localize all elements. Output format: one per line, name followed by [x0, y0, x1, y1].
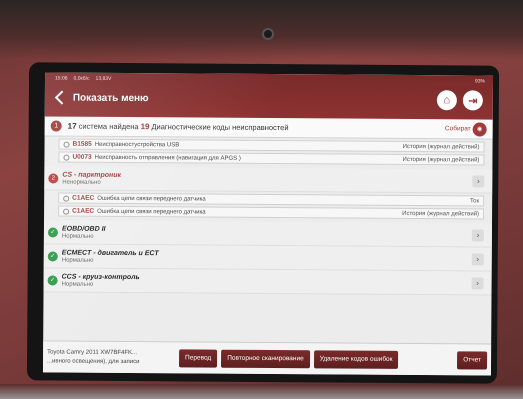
search-icon	[63, 154, 70, 161]
codes-text: Диагностические коды неисправностей	[151, 122, 289, 133]
dtc-code: U0073	[72, 153, 92, 161]
system-row-cruise[interactable]: ✓ CCS - круиз-контроль Нормально ›	[43, 268, 492, 296]
error-badge: 2	[48, 172, 59, 184]
dtc-description: Неисправность отправления (навигация для…	[94, 154, 241, 162]
system-row-engine[interactable]: ✓ ECMECT - двигатель и ECT Нормально ›	[43, 244, 492, 272]
systems-count: 17	[67, 121, 77, 131]
status-time: 15:06	[54, 75, 68, 82]
system-text: CCS - круиз-контроль Нормально	[62, 273, 140, 288]
vehicle-line-1: Toyota Camry 2011 XW7BF4FK...	[47, 348, 138, 356]
chevron-right-icon[interactable]: ›	[472, 174, 485, 188]
title-bar: 15:06 0,0кб/с 13,83V 93% Показать меню ⌂…	[44, 72, 494, 120]
system-text: ECMECT - двигатель и ECT Нормально	[62, 249, 159, 264]
clear-codes-button[interactable]: Удаление кодов ошибок	[313, 349, 399, 369]
dtc-row[interactable]: U0073 Неисправность отправления (навигац…	[58, 151, 485, 166]
vehicle-line-2: ...ивного освещения), для записи	[47, 357, 140, 365]
dtc-row[interactable]: B1585 Неисправностустройства USB История…	[58, 138, 485, 153]
bottom-toolbar: Toyota Camry 2011 XW7BF4FK... ...ивного …	[42, 340, 492, 376]
system-text: EOBD/OBD II Нормально	[62, 225, 106, 239]
system-name: CCS - круиз-контроль	[61, 273, 140, 281]
dtc-status: Ток	[469, 197, 480, 204]
system-state: Ненормально	[62, 179, 101, 186]
system-name: EOBD/OBD II	[61, 225, 106, 233]
dtc-code: B1585	[72, 140, 92, 148]
dtc-status: История (журнал действий)	[402, 210, 480, 217]
system-state: Нормально	[61, 257, 94, 264]
collect-label[interactable]: Собират	[445, 125, 471, 132]
header-actions: ⌂ ⇥	[436, 90, 483, 111]
search-icon	[63, 141, 70, 148]
status-battery: 93%	[474, 78, 486, 85]
check-icon: ✓	[47, 226, 58, 238]
translate-button[interactable]: Перевод	[179, 348, 218, 368]
systems-text: система найдена	[78, 121, 139, 132]
back-arrow-icon[interactable]	[54, 90, 69, 105]
report-button[interactable]: Отчет	[457, 350, 488, 370]
dtc-description: Ошибка цепи связи переднего датчика	[97, 208, 206, 216]
camera-lens	[262, 28, 274, 40]
check-icon: ✓	[47, 250, 58, 262]
collect-icon[interactable]: ◉	[472, 121, 487, 137]
rescan-button[interactable]: Повторное сканирование	[221, 349, 310, 368]
chevron-right-icon[interactable]: ›	[471, 276, 484, 290]
dtc-row[interactable]: C1AEC Ошибка цепи связи переднего датчик…	[58, 192, 485, 207]
system-text: CS - парктроник Ненормально	[62, 171, 121, 185]
dtc-status: История (журнал действий)	[402, 143, 480, 150]
device-bottom-edge	[0, 384, 523, 399]
scan-summary: 1 17 система найдена 19 Диагностические …	[44, 116, 493, 140]
exit-icon[interactable]: ⇥	[462, 90, 483, 111]
system-state: Нормально	[61, 281, 94, 288]
check-icon: ✓	[47, 274, 58, 286]
diagnostic-screen: 15:06 0,0кб/с 13,83V 93% Показать меню ⌂…	[42, 72, 494, 376]
codes-count: 19	[140, 122, 150, 132]
tablet-device: 15:06 0,0кб/с 13,83V 93% Показать меню ⌂…	[0, 0, 523, 399]
title-row: Показать меню ⌂ ⇥	[45, 84, 493, 113]
dtc-code: C1AEC	[72, 207, 95, 215]
search-icon	[63, 195, 70, 202]
dtc-description: Ошибка цепи связи переднего датчика	[97, 195, 206, 203]
system-name: ECMECT - двигатель и ECT	[61, 249, 159, 257]
dtc-description: Неисправностустройства USB	[94, 141, 180, 148]
status-network: 0,0кб/с	[73, 75, 90, 82]
system-name: CS - парктроник	[62, 171, 122, 179]
system-row-parking[interactable]: 2 CS - парктроник Ненормально ›	[44, 166, 493, 194]
summary-index-badge: 1	[50, 120, 62, 132]
search-icon	[63, 208, 70, 215]
dtc-status: История (журнал действий)	[402, 156, 480, 163]
chevron-right-icon[interactable]: ›	[471, 228, 484, 242]
status-voltage: 13,83V	[95, 75, 112, 82]
vehicle-info: Toyota Camry 2011 XW7BF4FK... ...ивного …	[47, 348, 179, 367]
dtc-row[interactable]: C1AEC Ошибка цепи связи переднего датчик…	[58, 205, 485, 220]
home-icon[interactable]: ⌂	[436, 90, 457, 111]
page-title: Показать меню	[72, 92, 149, 104]
device-top-edge	[0, 0, 523, 60]
system-state: Нормально	[61, 233, 94, 240]
dtc-code: C1AEC	[72, 194, 95, 202]
chevron-right-icon[interactable]: ›	[471, 252, 484, 266]
system-row-eobd[interactable]: ✓ EOBD/OBD II Нормально ›	[43, 220, 493, 248]
